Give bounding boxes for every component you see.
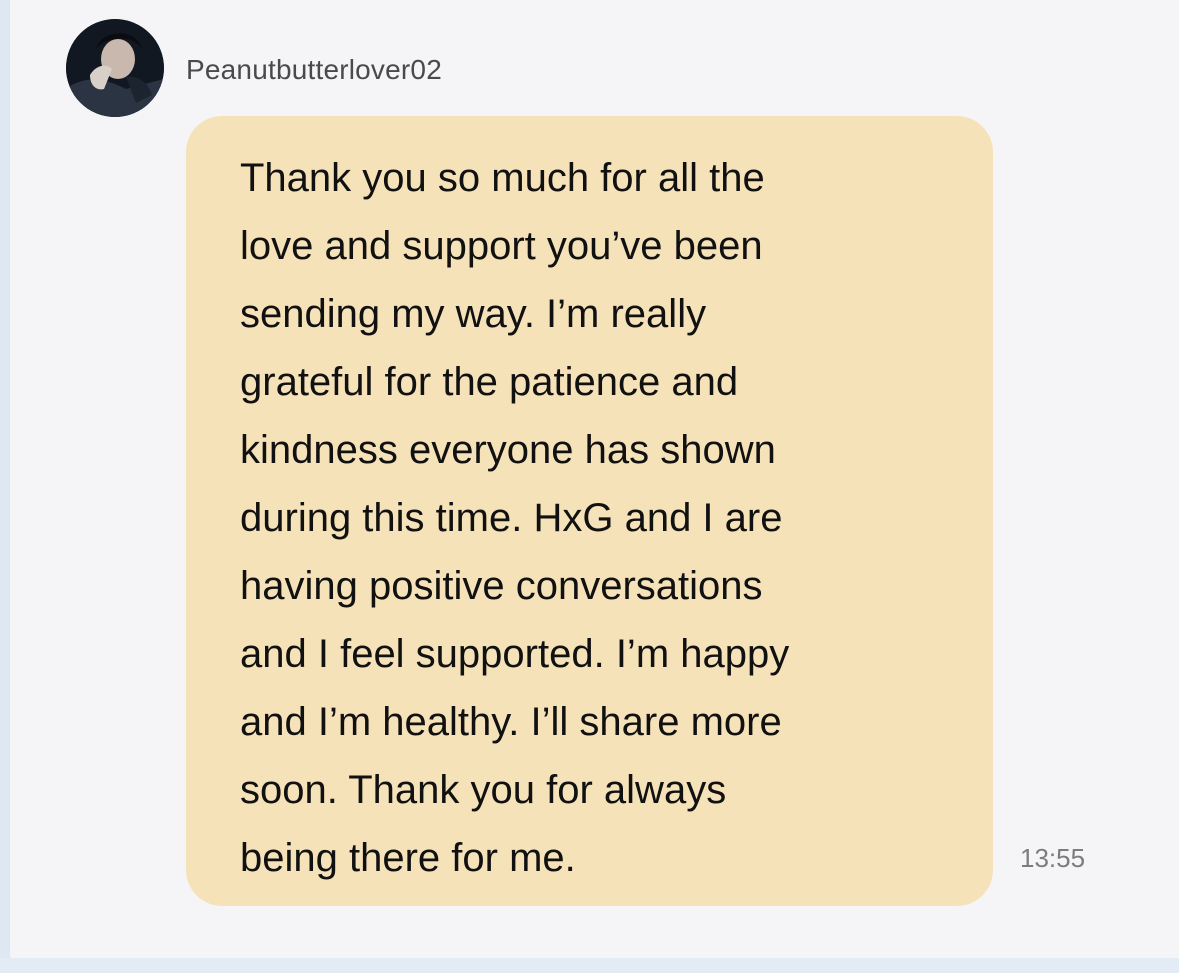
sender-username[interactable]: Peanutbutterlover02 [186, 53, 442, 87]
profile-photo-avatar-icon [66, 19, 164, 117]
message-line: and I feel supported. I’m happy [240, 632, 790, 676]
avatar[interactable] [66, 19, 164, 117]
message-line: being there for me. [240, 836, 576, 880]
message-line: sending my way. I’m really [240, 292, 707, 336]
message-bubble[interactable]: Thank you so much for all the love and s… [186, 116, 993, 906]
message-line: kindness everyone has shown [240, 428, 776, 472]
message-line: during this time. HxG and I are [240, 496, 783, 540]
chat-window: Peanutbutterlover02 Thank you so much fo… [10, 0, 1179, 958]
message-line: love and support you’ve been [240, 224, 763, 268]
message-line: and I’m healthy. I’ll share more [240, 700, 782, 744]
message-line: soon. Thank you for always [240, 768, 727, 812]
message-line: Thank you so much for all the [240, 156, 765, 200]
message-line: having positive conversations [240, 564, 763, 608]
bottom-edge [0, 958, 1179, 973]
message-line: grateful for the patience and [240, 360, 739, 404]
message-timestamp: 13:55 [1020, 843, 1086, 873]
